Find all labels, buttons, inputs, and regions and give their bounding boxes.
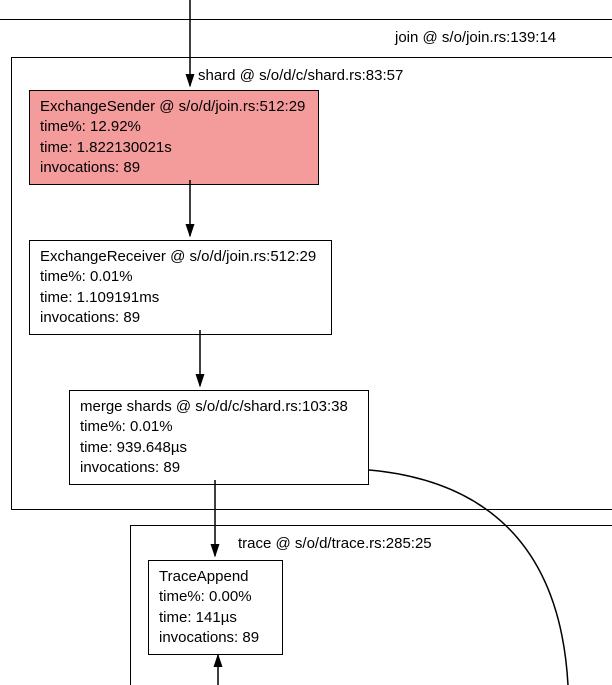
node-invocations: invocations: 89 [159,628,272,648]
node-title: ExchangeReceiver @ s/o/d/join.rs:512:29 [40,247,321,267]
node-exchange-sender: ExchangeSender @ s/o/d/join.rs:512:29 ti… [29,90,319,185]
divider-top [0,19,612,20]
node-timepct: time%: 0.01% [80,417,358,437]
node-invocations: invocations: 89 [80,458,358,478]
node-time: time: 1.822130021s [40,138,308,158]
node-timepct: time%: 0.00% [159,587,272,607]
node-invocations: invocations: 89 [40,308,321,328]
node-trace-append: TraceAppend time%: 0.00% time: 141µs inv… [148,560,283,655]
node-exchange-receiver: ExchangeReceiver @ s/o/d/join.rs:512:29 … [29,240,332,335]
node-title: TraceAppend [159,567,272,587]
shard-label: shard @ s/o/d/c/shard.rs:83:57 [198,67,403,84]
node-title: ExchangeSender @ s/o/d/join.rs:512:29 [40,97,308,117]
node-time: time: 1.109191ms [40,288,321,308]
trace-label: trace @ s/o/d/trace.rs:285:25 [238,535,432,552]
node-timepct: time%: 12.92% [40,117,308,137]
join-label: join @ s/o/join.rs:139:14 [395,29,556,46]
node-time: time: 939.648µs [80,438,358,458]
node-timepct: time%: 0.01% [40,267,321,287]
node-title: merge shards @ s/o/d/c/shard.rs:103:38 [80,397,358,417]
node-merge-shards: merge shards @ s/o/d/c/shard.rs:103:38 t… [69,390,369,485]
node-invocations: invocations: 89 [40,158,308,178]
node-time: time: 141µs [159,608,272,628]
